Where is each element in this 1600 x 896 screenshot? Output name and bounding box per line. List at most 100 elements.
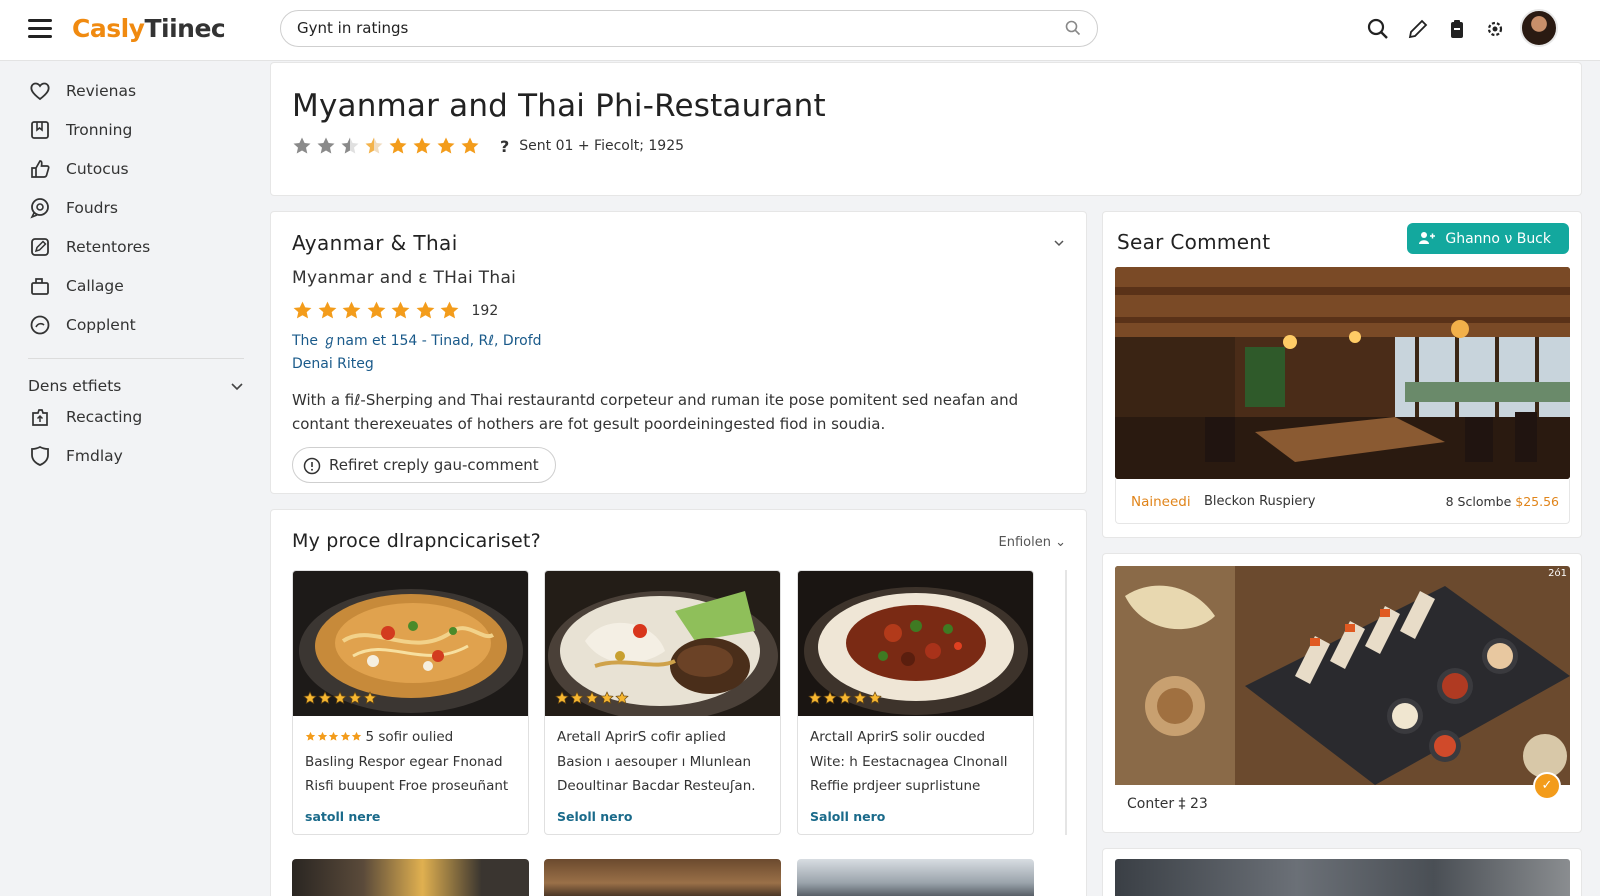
sidebar-item-label: Copplent <box>66 316 136 334</box>
header-meta: Sent 01 + Fiecolt; 1925 <box>519 138 685 154</box>
star-icon <box>437 137 455 154</box>
star-icon <box>318 301 336 319</box>
pencil-icon[interactable] <box>1406 17 1430 41</box>
sidebar-section-label: Dens etfiets <box>28 377 122 395</box>
address-link[interactable]: The ℊnam et 154 - Tinad, Rℓ, Drofd <box>292 330 542 350</box>
sidebar: Revienas Tronning Cutocus Foudrs Retento… <box>0 62 262 896</box>
dish-line-1: Aretall AprirS cofir aplied <box>557 729 726 745</box>
star-icon <box>305 731 316 741</box>
mini-star-rating <box>305 731 363 742</box>
comment-right-text: 8 Sclombe <box>1445 494 1512 509</box>
dish-card-peek[interactable] <box>797 859 1034 896</box>
photo-count: Conter ‡ 23 <box>1127 796 1208 812</box>
user-avatar[interactable] <box>1520 9 1558 47</box>
sidebar-item-recacting[interactable]: Recacting <box>28 402 142 432</box>
dish-line-2: Basion ı aesouper ı Mlunlean <box>557 753 752 770</box>
sidebar-item-tronning[interactable]: Tronning <box>28 115 132 145</box>
dish-text: 5 sofir oulied Basling Respor egear Fnon… <box>305 725 520 799</box>
star-icon <box>389 137 407 154</box>
bookmark-icon <box>31 121 49 139</box>
dish-text: Arctall AprirS solir oucded Wite: h Eest… <box>810 725 1025 799</box>
star-icon <box>333 691 347 704</box>
dish-line-2: Wite: h Eestacnagea Clnonall <box>810 753 1008 770</box>
dish-card-peek[interactable] <box>544 859 781 896</box>
change-back-button[interactable]: Ghanno ν Buck <box>1407 223 1569 254</box>
star-icon <box>328 731 339 741</box>
search-icon[interactable] <box>1366 17 1390 41</box>
sidebar-item-label: Recacting <box>66 408 143 426</box>
sidebar-item-foudrs[interactable]: Foudrs <box>28 193 118 223</box>
star-icon <box>823 691 837 704</box>
star-icon <box>363 691 377 704</box>
dishes-filter-dropdown[interactable]: Enfiolen ⌄ <box>999 535 1066 550</box>
search-bar <box>280 10 1098 47</box>
sidebar-section-toggle[interactable]: Dens etfiets <box>28 373 244 399</box>
dish-line-2: Basling Respor egear Fnonad <box>305 753 503 770</box>
clipboard-icon[interactable] <box>1445 17 1469 41</box>
star-icon <box>570 691 584 704</box>
dish-card[interactable]: Arctall AprirS solir oucded Wite: h Eest… <box>797 570 1034 835</box>
app-logo[interactable]: CaslyTiinec <box>72 14 226 43</box>
info-icon <box>303 457 321 475</box>
star-icon <box>416 301 434 319</box>
page-title: Myanmar and Thai Phi-Restaurant <box>292 88 826 124</box>
dish-card-peek[interactable] <box>292 859 529 896</box>
star-icon <box>303 691 317 704</box>
star-icon <box>318 691 332 704</box>
star-icon <box>340 731 350 741</box>
logo-text-1: Casly <box>72 14 145 43</box>
restaurant-interior-image[interactable] <box>1115 267 1570 479</box>
dish-card[interactable]: 5 sofir oulied Basling Respor egear Fnon… <box>292 570 529 835</box>
star-icon <box>293 301 312 319</box>
dish-more-link[interactable]: Selоll nero <box>557 809 632 824</box>
dish-rating <box>808 691 883 705</box>
restaurant-header-card: Myanmar and Thai Phi-Restaurant ? Sent 0… <box>270 62 1582 196</box>
dish-card[interactable]: Aretall AprirS cofir aplied Basion ı aes… <box>544 570 781 835</box>
reply-comment-button[interactable]: Refiret creply gau-comment <box>292 447 556 483</box>
help-icon[interactable]: ? <box>500 137 509 156</box>
user-switch-icon <box>1419 232 1436 244</box>
info-rating: 192 <box>292 300 498 321</box>
comment-user-link[interactable]: Naineedi <box>1131 494 1191 510</box>
sidebar-item-revienas[interactable]: Revienas <box>28 76 136 106</box>
hamburger-menu-icon[interactable] <box>28 19 52 39</box>
comment-price-info: 8 Sclombe $25.56 <box>1446 494 1559 509</box>
sidebar-item-retentores[interactable]: Retentores <box>28 232 150 262</box>
star-icon <box>808 691 822 704</box>
sidebar-item-copplent[interactable]: Copplent <box>28 310 136 340</box>
comment-place: Bleckon Ruspiery <box>1204 494 1316 509</box>
star-icon <box>367 301 385 319</box>
next-photo-image[interactable] <box>1115 859 1570 896</box>
comment-meta: Naineedi Bleckon Ruspiery 8 Sclombe $25.… <box>1115 479 1570 524</box>
chevron-down-icon[interactable] <box>1053 237 1065 249</box>
dish-line-3: Deoultinar Bacdar Resteuʃan. <box>557 778 756 794</box>
chat-bubble-icon <box>30 198 49 219</box>
star-half-icon <box>341 137 359 154</box>
dish-more-link[interactable]: Saloll nero <box>810 809 885 824</box>
sidebar-item-callage[interactable]: Callage <box>28 271 124 301</box>
restaurant-description: With a fiℓ-Sherping and Thai restaurantd… <box>292 391 1019 433</box>
dish-line-3: Risfi buupent Froe proseuñant <box>305 778 509 794</box>
food-platter-image[interactable] <box>1115 566 1570 785</box>
search-input[interactable] <box>297 19 1037 37</box>
check-badge-icon[interactable]: ✓ <box>1533 772 1561 800</box>
sidebar-item-fmdlay[interactable]: Fmdlay <box>28 441 123 471</box>
star-icon <box>555 691 569 704</box>
rating-count: 192 <box>471 302 499 319</box>
star-icon <box>317 137 335 154</box>
dish-line-3: Reffie prdjeer suprlistune <box>810 778 981 794</box>
search-icon[interactable] <box>1065 20 1081 36</box>
sidebar-item-label: Retentores <box>66 238 151 256</box>
star-half-icon <box>365 137 383 154</box>
sidebar-item-cutocus[interactable]: Cutocus <box>28 154 129 184</box>
photo-card: 2ό1 ✓ Conter ‡ 23 <box>1102 553 1582 833</box>
dish-line-1: 5 sofir oulied <box>365 729 454 745</box>
photo-tag: 2ό1 <box>1548 568 1567 579</box>
secondary-link[interactable]: Denai Riteg <box>292 356 374 372</box>
settings-icon[interactable] <box>1483 17 1507 41</box>
comment-title: Sear Comment <box>1117 230 1271 254</box>
bag-icon <box>31 278 49 295</box>
dish-more-link[interactable]: satoll nere <box>305 809 380 824</box>
star-icon <box>413 137 431 154</box>
dishes-scrollbar[interactable] <box>1065 570 1067 835</box>
